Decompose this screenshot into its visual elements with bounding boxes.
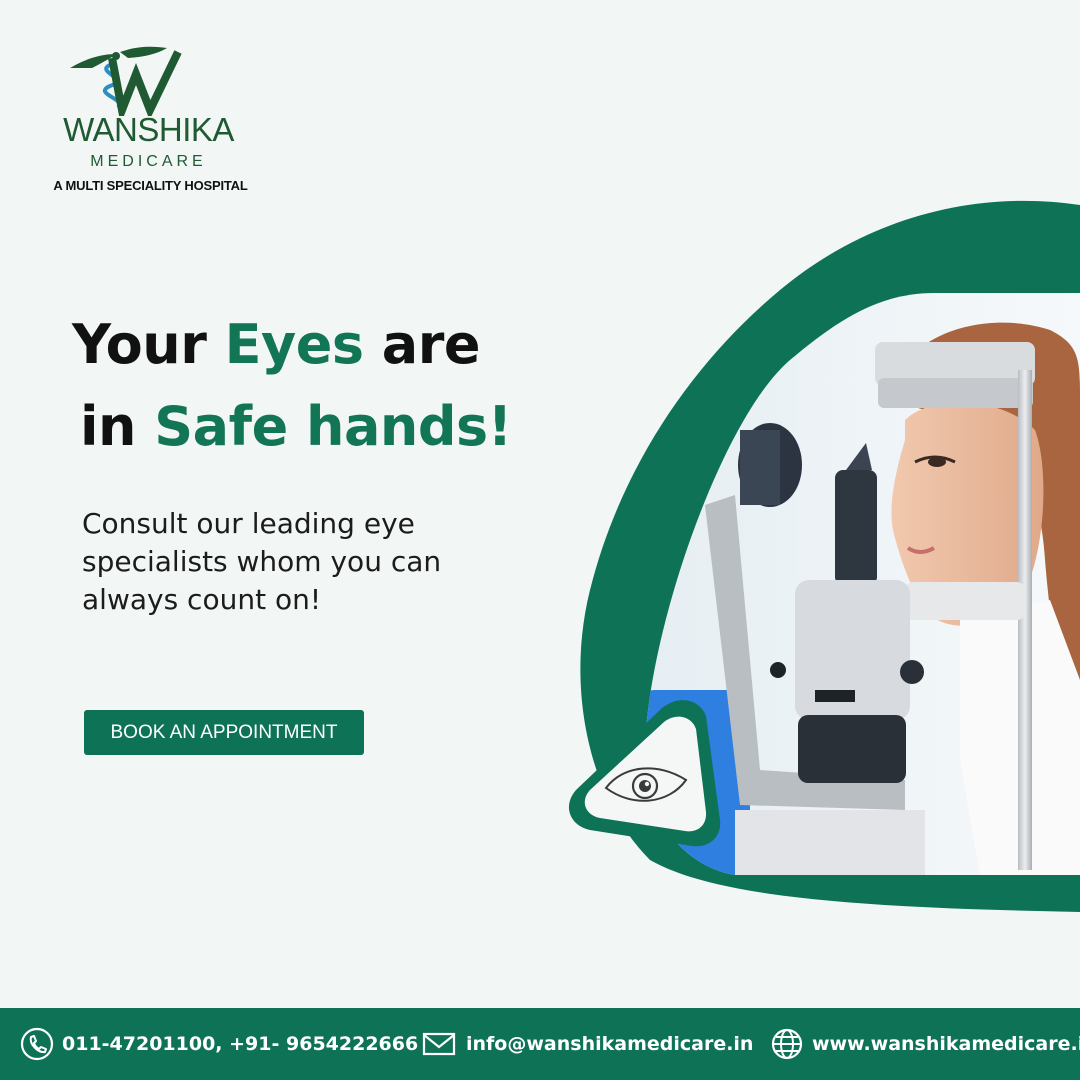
footer-phone[interactable]: 011-47201100, +91- 9654222666 <box>20 1008 418 1080</box>
headline-text: Your <box>72 313 225 376</box>
footer-phone-text: 011-47201100, +91- 9654222666 <box>62 1033 419 1055</box>
footer-email-text: info@wanshikamedicare.in <box>466 1033 754 1055</box>
headline-accent-eyes: Eyes <box>224 313 364 376</box>
globe-icon <box>771 1028 803 1060</box>
caduceus-logo-icon <box>70 46 182 116</box>
footer-website-text: www.wanshikamedicare.in <box>812 1033 1080 1055</box>
headline-text: in <box>80 395 155 458</box>
description-text: Consult our leading eye specialists whom… <box>82 507 442 616</box>
eye-icon <box>604 767 688 802</box>
footer-email[interactable]: info@wanshikamedicare.in <box>420 1008 753 1080</box>
headline-text: are <box>363 313 481 376</box>
headline-accent-safe-hands: Safe hands! <box>154 395 512 458</box>
phone-icon <box>20 1027 54 1061</box>
brand-tagline: A MULTI SPECIALITY HOSPITAL <box>53 178 248 193</box>
book-appointment-button[interactable]: BOOK AN APPOINTMENT <box>84 710 364 755</box>
contact-footer: 011-47201100, +91- 9654222666 info@wansh… <box>0 1008 1080 1080</box>
envelope-icon <box>422 1032 456 1056</box>
headline-line-1: Your Eyes are <box>72 318 480 372</box>
brand-name: WANSHIKA <box>63 111 234 148</box>
brand-subname: MEDICARE <box>90 153 207 170</box>
footer-website[interactable]: www.wanshikamedicare.in <box>770 1008 1080 1080</box>
headline-line-2: in Safe hands! <box>80 400 512 454</box>
